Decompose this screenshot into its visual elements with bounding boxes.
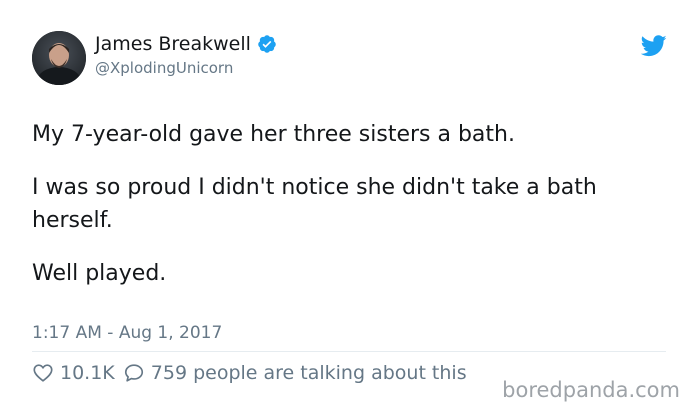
divider xyxy=(32,351,666,352)
heart-icon xyxy=(33,364,53,382)
tweet-text: My 7-year-old gave her three sisters a b… xyxy=(32,118,672,290)
reply-button[interactable]: 759 people are talking about this xyxy=(123,362,467,384)
display-name[interactable]: James Breakwell xyxy=(95,33,277,55)
conversation-text: 759 people are talking about this xyxy=(150,362,467,384)
user-handle[interactable]: @XplodingUnicorn xyxy=(95,59,233,77)
verified-badge-icon xyxy=(258,35,276,53)
like-button[interactable]: 10.1K xyxy=(32,362,115,384)
tweet-card: James Breakwell @XplodingUnicorn My 7-ye… xyxy=(0,0,700,415)
tweet-paragraph: Well played. xyxy=(32,261,167,286)
tweet-paragraph: I was so proud I didn't notice she didn'… xyxy=(32,175,597,233)
like-count: 10.1K xyxy=(60,362,115,384)
tweet-timestamp[interactable]: 1:17 AM - Aug 1, 2017 xyxy=(32,323,222,343)
avatar[interactable] xyxy=(32,31,86,85)
twitter-bird-icon[interactable] xyxy=(641,35,667,57)
watermark: boredpanda.com xyxy=(498,376,684,404)
avatar-image xyxy=(32,31,86,85)
speech-bubble-icon xyxy=(124,364,143,382)
display-name-text: James Breakwell xyxy=(95,33,251,55)
tweet-paragraph: My 7-year-old gave her three sisters a b… xyxy=(32,122,515,147)
tweet-actions: 10.1K 759 people are talking about this xyxy=(32,358,467,388)
